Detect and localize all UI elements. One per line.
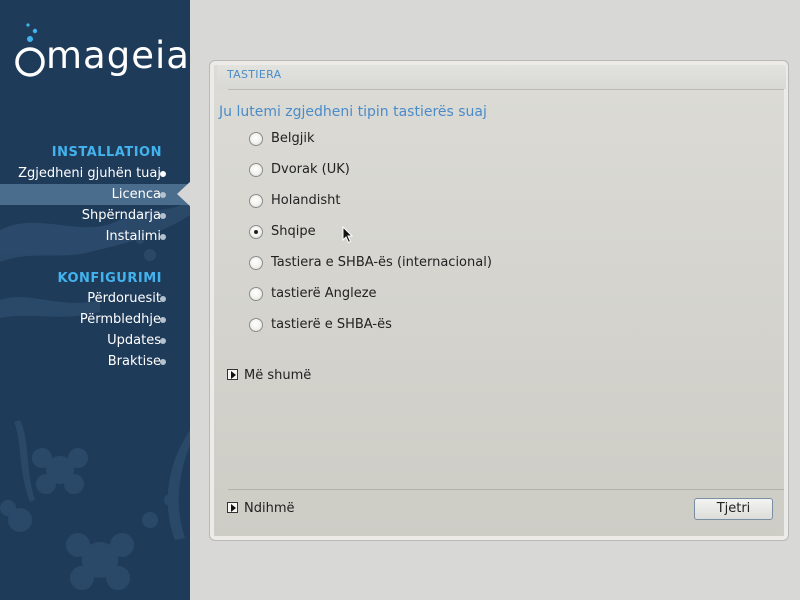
step-status-dot-icon <box>160 296 166 302</box>
sidebar-item-users[interactable]: Përdoruesit <box>0 288 190 309</box>
option-label: tastierë Angleze <box>271 286 377 301</box>
brand-logo-text: mageia <box>46 34 190 77</box>
expander-arrow-icon[interactable] <box>227 502 238 513</box>
step-status-dot-icon <box>160 234 166 240</box>
radio-icon[interactable] <box>249 256 263 270</box>
radio-icon[interactable] <box>249 132 263 146</box>
sidebar-item-distribution[interactable]: Shpërndarja <box>0 205 190 226</box>
option-label: Shqipe <box>271 224 316 239</box>
step-status-dot-icon <box>160 171 166 177</box>
keyboard-prompt: Ju lutemi zgjedheni tipin tastierës suaj <box>219 104 487 120</box>
radio-icon[interactable] <box>249 225 263 239</box>
step-status-dot-icon <box>160 192 166 198</box>
sidebar-item-label: Licenca <box>111 187 161 202</box>
section-title-configuration: KONFIGURIMI <box>57 271 162 286</box>
bottom-divider <box>228 489 784 490</box>
sidebar-item-label: Përmbledhje <box>79 312 161 327</box>
option-label: Belgjik <box>271 131 315 146</box>
panel-header <box>217 65 786 89</box>
panel-title: TASTIERA <box>227 68 282 81</box>
option-label: Holandisht <box>271 193 341 208</box>
step-status-dot-icon <box>160 213 166 219</box>
sidebar-item-label: Shpërndarja <box>81 208 161 223</box>
sidebar-item-updates[interactable]: Updates <box>0 330 190 351</box>
sidebar-item-label: Braktise <box>107 354 161 369</box>
radio-icon[interactable] <box>249 318 263 332</box>
step-status-dot-icon <box>160 338 166 344</box>
sidebar-item-label: Instalimi <box>105 229 161 244</box>
option-label: tastierë e SHBA-ës <box>271 317 392 332</box>
help-label: Ndihmë <box>244 501 295 516</box>
sidebar-item-summary[interactable]: Përmbledhje <box>0 309 190 330</box>
sidebar: mageia INSTALLATION Zgjedheni gjuhën tua… <box>0 0 190 600</box>
sidebar-item-label: Updates <box>107 333 161 348</box>
option-label: Dvorak (UK) <box>271 162 350 177</box>
radio-icon[interactable] <box>249 287 263 301</box>
option-label: Tastiera e SHBA-ës (internacional) <box>271 255 492 270</box>
sidebar-item-exit[interactable]: Braktise <box>0 351 190 372</box>
mouse-cursor-icon <box>342 226 354 244</box>
sidebar-item-label: Përdoruesit <box>87 291 161 306</box>
sidebar-item-license[interactable]: Licenca <box>0 181 190 207</box>
radio-icon[interactable] <box>249 163 263 177</box>
active-step-arrow-icon <box>177 181 190 207</box>
header-divider <box>228 89 784 90</box>
section-title-installation: INSTALLATION <box>51 145 162 160</box>
step-status-dot-icon <box>160 359 166 365</box>
step-status-dot-icon <box>160 317 166 323</box>
expander-arrow-icon[interactable] <box>227 369 238 380</box>
sidebar-item-language[interactable]: Zgjedheni gjuhën tuaj <box>0 163 190 184</box>
radio-icon[interactable] <box>249 194 263 208</box>
sidebar-item-install[interactable]: Instalimi <box>0 226 190 247</box>
next-button[interactable]: Tjetri <box>694 498 773 520</box>
sidebar-item-label: Zgjedheni gjuhën tuaj <box>18 166 161 181</box>
more-label: Më shumë <box>244 368 312 383</box>
